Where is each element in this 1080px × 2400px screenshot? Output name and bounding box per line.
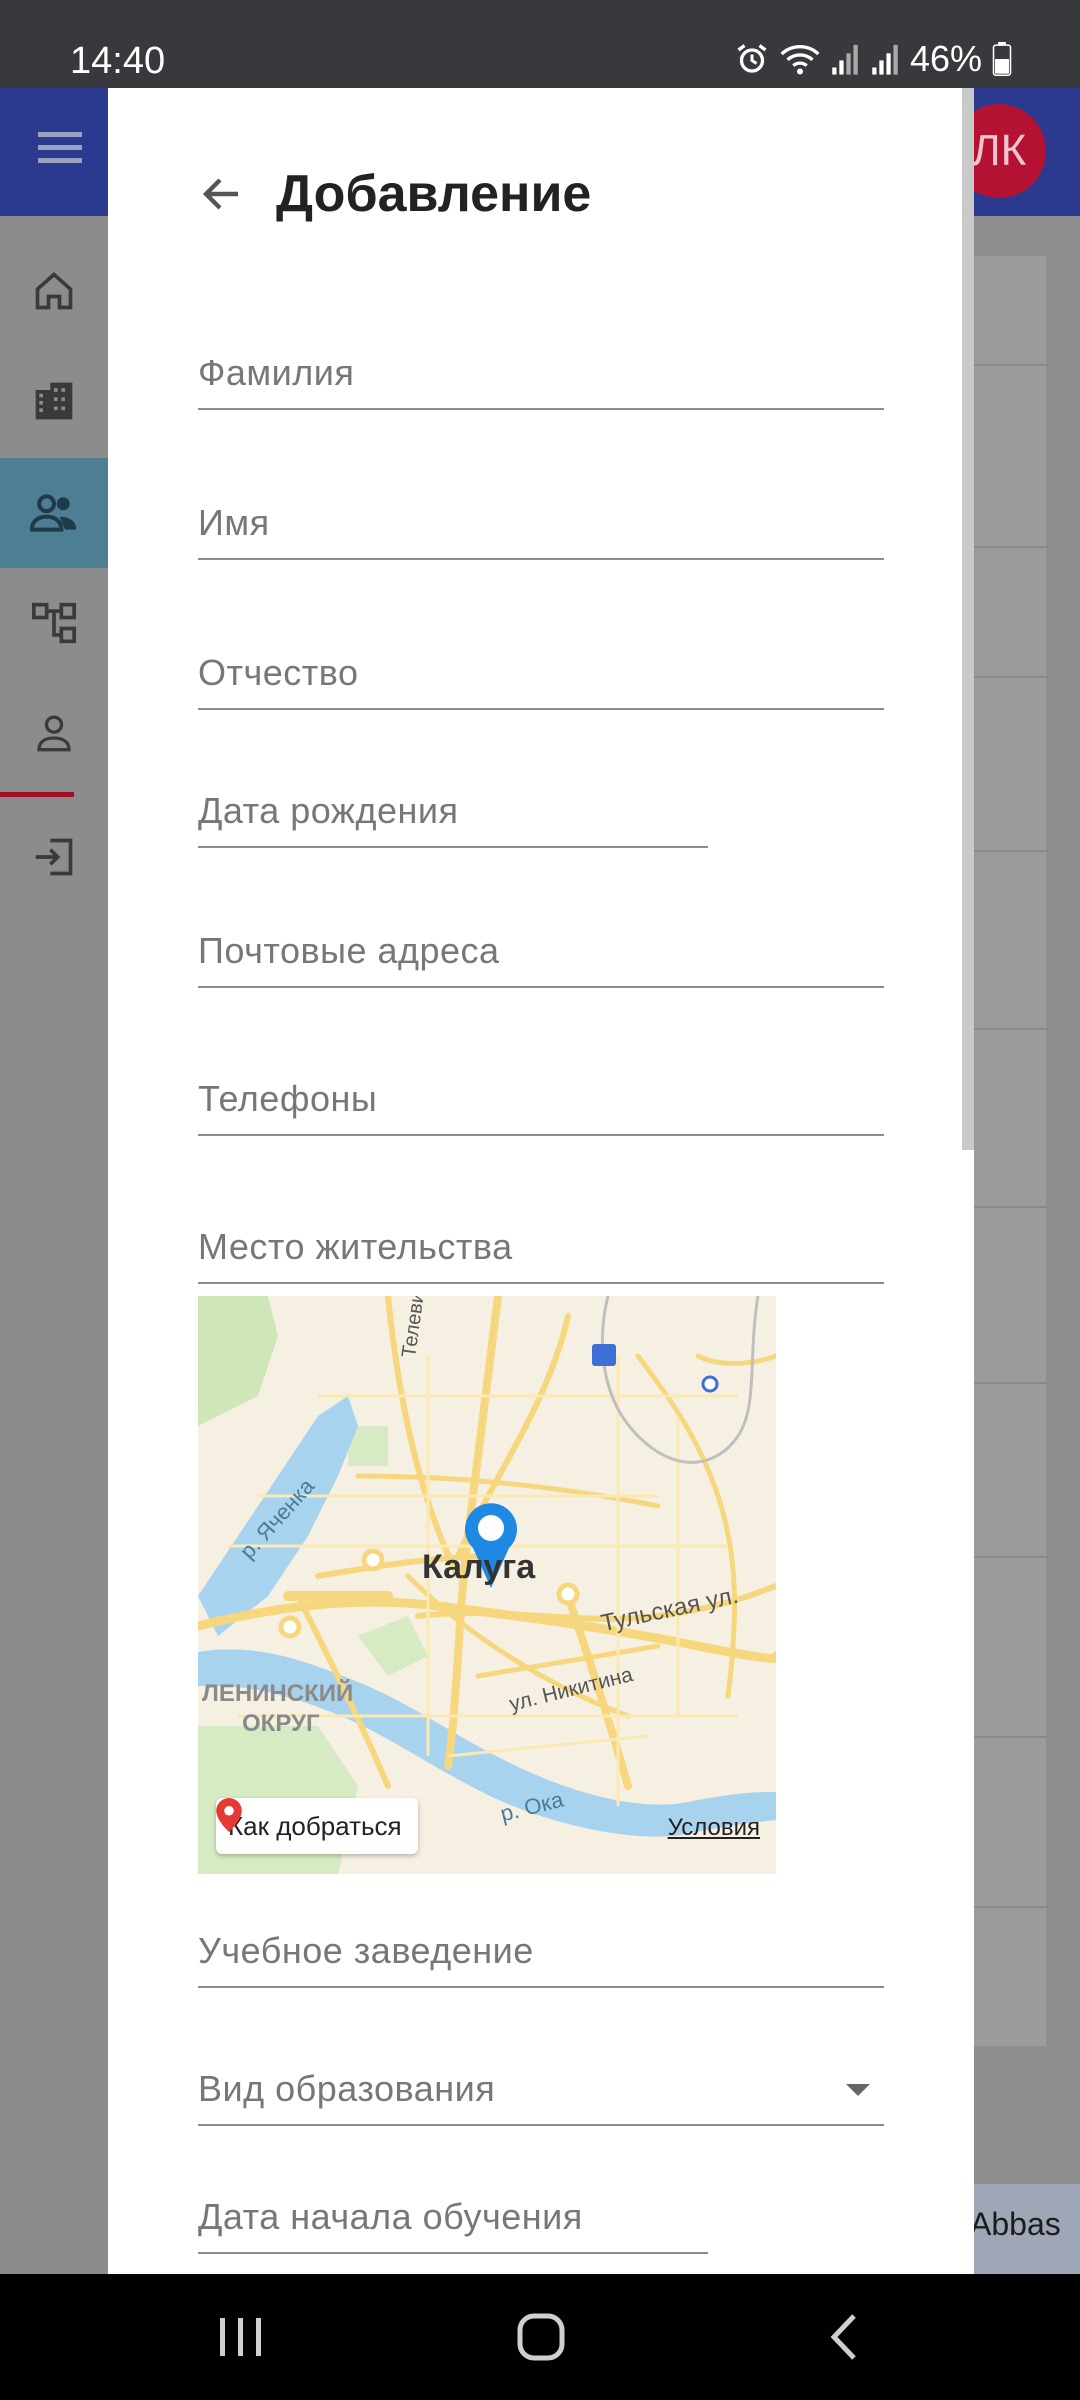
- location-pin-icon: [216, 1798, 242, 1832]
- residence-field[interactable]: Место жительства: [198, 1214, 884, 1284]
- add-dialog: Добавление Фамилия Имя Отчество Дата рож…: [108, 88, 974, 2274]
- sidebar-item-structure[interactable]: [0, 568, 108, 678]
- route-button-label: Как добраться: [228, 1810, 402, 1841]
- background-footer-text: Abbas: [960, 2184, 1080, 2276]
- hamburger-icon: [38, 132, 82, 163]
- signal-icon: [832, 44, 858, 75]
- dialog-header: Добавление: [198, 164, 591, 224]
- school-placeholder: Учебное заведение: [198, 1930, 534, 1971]
- study-start-date-field[interactable]: Дата начала обучения: [198, 2184, 708, 2254]
- home-button[interactable]: [516, 2312, 566, 2367]
- home-circle-icon: [517, 2313, 565, 2361]
- recent-apps-button[interactable]: [218, 2312, 264, 2367]
- phones-placeholder: Телефоны: [198, 1078, 378, 1119]
- status-time: 14:40: [70, 40, 166, 82]
- postal-addresses-placeholder: Почтовые адреса: [198, 930, 500, 971]
- patronymic-placeholder: Отчество: [198, 652, 359, 693]
- back-arrow-icon[interactable]: [198, 170, 246, 218]
- logout-icon: [35, 838, 73, 876]
- surname-placeholder: Фамилия: [198, 352, 355, 393]
- patronymic-field[interactable]: Отчество: [198, 640, 884, 710]
- dialog-scrollbar[interactable]: [962, 88, 974, 1150]
- active-indicator: [0, 792, 74, 797]
- alarm-icon: [737, 44, 767, 73]
- surname-field[interactable]: Фамилия: [198, 340, 884, 410]
- education-type-select[interactable]: Вид образования: [198, 2056, 884, 2126]
- name-field[interactable]: Имя: [198, 490, 884, 560]
- sidebar: [0, 216, 108, 2276]
- sidebar-item-profile[interactable]: [0, 678, 108, 788]
- dialog-title: Добавление: [276, 165, 592, 223]
- battery-percent: 46%: [909, 38, 982, 79]
- terms-link[interactable]: Условия: [668, 1814, 760, 1842]
- recent-apps-icon: [220, 2318, 261, 2356]
- wifi-icon: [780, 45, 820, 75]
- name-placeholder: Имя: [198, 502, 270, 543]
- residence-placeholder: Место жительства: [198, 1226, 513, 1267]
- sidebar-item-logout[interactable]: [0, 802, 108, 912]
- back-button[interactable]: [826, 2312, 860, 2367]
- postal-addresses-field[interactable]: Почтовые адреса: [198, 918, 884, 988]
- hierarchy-icon: [32, 602, 76, 644]
- sidebar-item-buildings[interactable]: [0, 346, 108, 456]
- home-icon: [35, 272, 73, 310]
- chevron-left-icon: [830, 2314, 856, 2360]
- dropdown-caret-icon: [846, 2084, 870, 2096]
- menu-button[interactable]: [38, 130, 82, 171]
- map-label-district-2: ОКРУГ: [242, 1710, 320, 1737]
- study-start-date-placeholder: Дата начала обучения: [198, 2196, 583, 2237]
- status-icons: 46%: [734, 38, 1012, 80]
- map-city-label: Калуга: [422, 1548, 536, 1586]
- birth-date-placeholder: Дата рождения: [198, 790, 459, 831]
- map-widget[interactable]: р. Яченка Телевизионная ул. Калуга Тульс…: [198, 1296, 776, 1874]
- birth-date-field[interactable]: Дата рождения: [198, 778, 708, 848]
- battery-icon: [992, 42, 1012, 76]
- station-icon: [592, 1344, 616, 1366]
- buildings-icon: [35, 382, 73, 420]
- route-button[interactable]: Как добраться: [216, 1798, 418, 1854]
- school-field[interactable]: Учебное заведение: [198, 1918, 884, 1988]
- education-type-placeholder: Вид образования: [198, 2068, 496, 2109]
- map-label-district-1: ЛЕНИНСКИЙ: [202, 1680, 354, 1707]
- sidebar-item-people[interactable]: [0, 458, 108, 568]
- phones-field[interactable]: Телефоны: [198, 1066, 884, 1136]
- people-icon: [30, 494, 77, 532]
- person-icon: [37, 715, 71, 752]
- system-nav-bar: [0, 2274, 1080, 2400]
- signal-2-icon: [872, 44, 898, 75]
- sidebar-item-home[interactable]: [0, 236, 108, 346]
- status-bar: 14:40 46%: [0, 0, 1080, 88]
